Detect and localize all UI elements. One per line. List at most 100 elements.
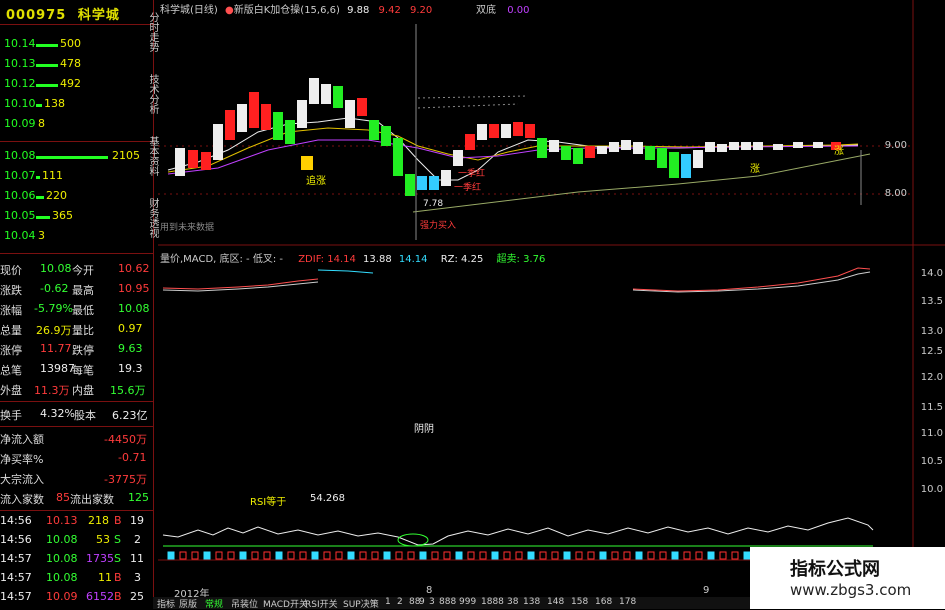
histogram-bar bbox=[323, 551, 331, 560]
candle bbox=[793, 142, 803, 148]
low-price-label: 7.78 bbox=[423, 199, 444, 209]
bid-row[interactable]: 10.04 3 bbox=[4, 229, 150, 247]
tab-technical[interactable]: 技术分析 bbox=[144, 68, 158, 120]
stock-header: 000975 科学城 bbox=[6, 4, 120, 23]
candle bbox=[621, 140, 631, 150]
tab-bottom[interactable]: 999 bbox=[459, 597, 476, 607]
divider bbox=[0, 510, 153, 511]
bid-row[interactable]: 10.05 365 bbox=[4, 209, 150, 227]
histogram-bar bbox=[539, 551, 547, 560]
tab-bottom[interactable]: 168 bbox=[595, 597, 612, 607]
ask-row[interactable]: 10.13 478 bbox=[4, 57, 150, 75]
histogram-bar bbox=[191, 551, 199, 560]
tab-bottom[interactable]: 2 bbox=[397, 597, 403, 607]
divider bbox=[0, 426, 153, 427]
tick-row[interactable]: 14:57 10.08 11 B 3 bbox=[0, 571, 141, 584]
candle bbox=[297, 100, 307, 128]
candle bbox=[321, 84, 331, 104]
candle bbox=[369, 120, 379, 140]
histogram-bar bbox=[575, 551, 583, 560]
histogram-bar bbox=[287, 551, 295, 560]
histogram-bar bbox=[551, 551, 559, 560]
histogram-bar bbox=[611, 551, 619, 560]
quote-panel: 000975 科学城 10.14 500 10.13 478 10.12 492 10… bbox=[0, 0, 154, 609]
candle bbox=[417, 176, 427, 190]
histogram-bar bbox=[563, 551, 571, 560]
tick-row[interactable]: 14:56 10.13 218 B 19 bbox=[0, 514, 144, 527]
tab-bottom[interactable]: 9 bbox=[419, 597, 425, 607]
stock-name: 科学城 bbox=[77, 8, 120, 23]
candle bbox=[465, 134, 475, 150]
tab-bottom[interactable]: RSI开关 bbox=[305, 597, 338, 610]
tab-bottom[interactable]: 38 bbox=[507, 597, 518, 607]
candle bbox=[729, 142, 739, 150]
histogram-bar bbox=[383, 551, 391, 560]
candle bbox=[273, 112, 283, 140]
tab-bottom[interactable]: 指标 bbox=[157, 597, 175, 610]
histogram-bar bbox=[167, 551, 175, 560]
divider bbox=[0, 141, 153, 142]
histogram-bar bbox=[407, 551, 415, 560]
tab-financials[interactable]: 财务透视 bbox=[144, 192, 158, 244]
rise-label: 涨 bbox=[834, 146, 844, 157]
tab-bottom[interactable]: 138 bbox=[523, 597, 540, 607]
chase-label: 追涨 bbox=[306, 176, 326, 187]
histogram-bar bbox=[599, 551, 607, 560]
watermark: 指标公式网 www.zbgs3.com bbox=[750, 547, 945, 609]
candle bbox=[333, 86, 343, 108]
candle bbox=[249, 92, 259, 128]
histogram-bar bbox=[695, 551, 703, 560]
tab-bottom[interactable]: 吊装位 bbox=[231, 597, 258, 610]
tab-bottom[interactable]: 158 bbox=[571, 597, 588, 607]
candle bbox=[693, 150, 703, 168]
candle bbox=[345, 100, 355, 128]
bid-row[interactable]: 10.08 2105 bbox=[4, 149, 150, 167]
tab-intraday[interactable]: 分时走势 bbox=[144, 6, 158, 58]
histogram-bar bbox=[215, 551, 223, 560]
tab-bottom[interactable]: 888 bbox=[439, 597, 456, 607]
candle bbox=[645, 146, 655, 160]
ask-row[interactable]: 10.09 8 bbox=[4, 117, 150, 135]
watermark-url: www.zbgs3.com bbox=[790, 581, 912, 599]
histogram-bar bbox=[671, 551, 679, 560]
tab-bottom[interactable]: 1888 bbox=[481, 597, 504, 607]
histogram-bar bbox=[503, 551, 511, 560]
histogram-bar bbox=[371, 551, 379, 560]
tab-bottom[interactable]: MACD开关 bbox=[263, 597, 308, 610]
bid-row[interactable]: 10.07 111 bbox=[4, 169, 150, 187]
histogram-bar bbox=[587, 551, 595, 560]
candle bbox=[561, 146, 571, 160]
histogram-bar bbox=[311, 551, 319, 560]
tick-row[interactable]: 14:56 10.08 53 S 2 bbox=[0, 533, 141, 546]
candle bbox=[585, 146, 595, 158]
candle bbox=[393, 138, 403, 176]
tab-bottom[interactable]: SUP决策 bbox=[343, 597, 379, 610]
histogram-bar bbox=[443, 551, 451, 560]
ask-row[interactable]: 10.12 492 bbox=[4, 77, 150, 95]
bid-row[interactable]: 10.06 220 bbox=[4, 189, 150, 207]
histogram-bar bbox=[467, 551, 475, 560]
tab-fundamentals[interactable]: 基本资料 bbox=[144, 130, 158, 182]
tab-bottom[interactable]: 1 bbox=[385, 597, 391, 607]
tab-bottom[interactable]: 原版 bbox=[179, 597, 197, 610]
candle bbox=[201, 152, 211, 170]
candle bbox=[225, 110, 235, 140]
tick-row[interactable]: 14:57 10.09 6152 B 25 bbox=[0, 590, 144, 603]
histogram-bar bbox=[719, 551, 727, 560]
candle bbox=[741, 142, 751, 150]
ask-row[interactable]: 10.14 500 bbox=[4, 37, 150, 55]
candle bbox=[657, 148, 667, 168]
histogram-bar bbox=[707, 551, 715, 560]
tab-bottom[interactable]: 148 bbox=[547, 597, 564, 607]
tab-bottom[interactable]: 178 bbox=[619, 597, 636, 607]
tab-bottom[interactable]: 3 bbox=[429, 597, 435, 607]
histogram-bar bbox=[731, 551, 739, 560]
stock-code: 000975 bbox=[6, 8, 67, 23]
chart-area[interactable]: 科学城(日线) ●新版白K加仓操(15,6,6) 9.88 9.42 9.20 … bbox=[158, 0, 945, 609]
chase-marker bbox=[301, 156, 313, 170]
tick-row[interactable]: 14:57 10.08 1735 S 11 bbox=[0, 552, 144, 565]
ask-row[interactable]: 10.10 138 bbox=[4, 97, 150, 115]
candle bbox=[573, 148, 583, 164]
histogram-bar bbox=[227, 551, 235, 560]
tab-bottom[interactable]: 常规 bbox=[205, 597, 223, 610]
